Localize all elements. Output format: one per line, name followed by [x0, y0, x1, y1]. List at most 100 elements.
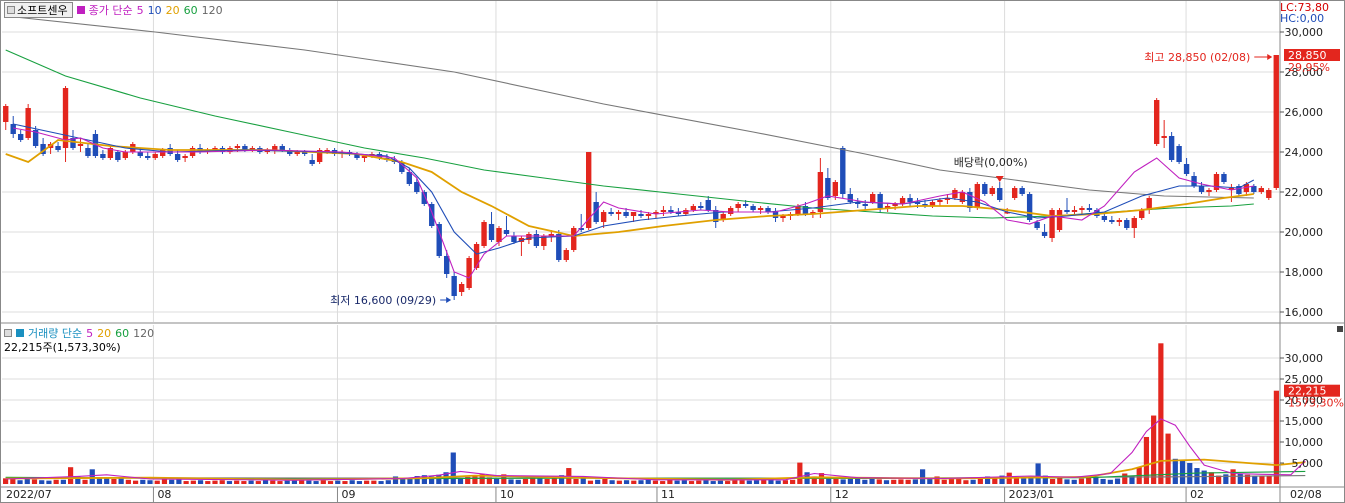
volume-bar	[248, 480, 254, 484]
volume-bar	[154, 480, 160, 484]
price-tick-label: 18,000	[1285, 266, 1324, 279]
candle-body	[55, 146, 61, 150]
volume-bar	[696, 480, 702, 484]
volume-bar	[710, 481, 716, 484]
volume-bar	[1035, 463, 1041, 484]
x-tick-label: 09	[341, 488, 355, 501]
price-tick-label: 20,000	[1285, 226, 1324, 239]
volume-moving-averages	[5, 418, 1306, 481]
volume-bar	[1021, 478, 1027, 484]
volume-bar	[1071, 479, 1077, 484]
candle-body	[406, 172, 413, 184]
x-tick-label: 2022/07	[6, 488, 52, 501]
volume-bar	[616, 480, 622, 484]
price-label: 종가 단순	[88, 4, 133, 17]
x-tick-label: 08	[157, 488, 171, 501]
volume-bar	[472, 475, 478, 484]
candle-body	[10, 124, 16, 134]
candle-body	[1116, 220, 1123, 222]
ma5-label[interactable]: 5	[137, 4, 144, 17]
volume-bar	[833, 478, 839, 484]
dividend-label: 배당락(0,00%)	[954, 156, 1028, 169]
volume-bar	[847, 478, 853, 484]
volume-bar	[320, 480, 326, 484]
volume-bar	[284, 480, 290, 484]
volume-bar	[970, 479, 976, 484]
volume-bar	[1259, 475, 1265, 484]
volume-bar	[190, 480, 196, 484]
ma60-label[interactable]: 60	[184, 4, 198, 17]
volume-bar	[912, 479, 918, 484]
candle-body	[1198, 186, 1205, 192]
candle-body	[877, 194, 883, 208]
volume-bar	[956, 478, 962, 484]
volume-bar	[385, 480, 391, 484]
volume-bar	[140, 479, 146, 484]
vol-ma60-label[interactable]: 60	[115, 327, 129, 340]
volume-bar	[1208, 472, 1215, 484]
volume-bar	[688, 481, 695, 484]
price-tick-label: 30,000	[1285, 26, 1324, 39]
candle-body	[451, 276, 457, 296]
candle-body	[1034, 222, 1040, 228]
volume-bar	[1013, 477, 1020, 484]
vol-ma20-label[interactable]: 20	[97, 327, 111, 340]
volume-bar	[183, 481, 189, 484]
volume-bar	[161, 478, 168, 484]
volume-bar	[82, 479, 88, 484]
candle-body	[481, 222, 487, 246]
candle-body	[1258, 188, 1265, 192]
stock-name: 소프트센우	[17, 4, 68, 17]
candle-body	[466, 258, 472, 288]
volume-bar	[638, 480, 644, 484]
volume-bar	[1266, 476, 1272, 484]
volume-bar	[450, 452, 456, 484]
volume-bar	[313, 481, 319, 484]
stock-selector[interactable]: 소프트센우	[4, 2, 73, 18]
candle-body	[1071, 210, 1078, 212]
volume-bar	[703, 480, 709, 484]
candle-body	[3, 106, 9, 122]
ma20-label[interactable]: 20	[166, 4, 180, 17]
candle-body	[997, 188, 1003, 200]
volume-bar	[891, 479, 897, 484]
volume-bar	[241, 481, 247, 484]
volume-bar	[1237, 473, 1243, 484]
candle-body	[1086, 208, 1093, 210]
volume-bar	[226, 481, 233, 484]
ma10-label[interactable]: 10	[148, 4, 162, 17]
x-tick-label: 12	[835, 488, 849, 501]
vol-ma120-label[interactable]: 120	[133, 327, 154, 340]
volume-tick-label: 15,000	[1285, 415, 1324, 428]
candle-body	[630, 212, 637, 216]
ma120-label[interactable]: 120	[202, 4, 223, 17]
volume-bar	[1172, 458, 1178, 484]
volume-bar	[746, 480, 752, 484]
candle-body	[907, 198, 913, 202]
volume-bar	[219, 480, 225, 484]
price-tick-label: 22,000	[1285, 186, 1324, 199]
volume-bar	[876, 479, 882, 484]
candle-body	[1101, 216, 1108, 220]
candle-body	[122, 152, 129, 158]
x-tick-label: 11	[661, 488, 675, 501]
volume-bar	[327, 481, 334, 484]
volume-bar	[1107, 479, 1113, 484]
candle-body	[832, 182, 839, 196]
candle-body	[174, 154, 181, 160]
high-arrow-head	[1267, 54, 1273, 60]
square-icon	[16, 329, 24, 337]
volume-bar	[371, 480, 377, 484]
volume-bar	[515, 479, 521, 484]
volume-tick-label: 30,000	[1285, 352, 1324, 365]
volume-bar	[717, 480, 724, 484]
volume-bar	[493, 478, 500, 484]
candle-body	[750, 206, 756, 210]
x-tick-label: 2023/01	[1009, 488, 1055, 501]
candle-body	[473, 244, 480, 268]
vol-ma5-label[interactable]: 5	[86, 327, 93, 340]
volume-bar	[270, 480, 276, 484]
volume-bar	[797, 462, 803, 484]
candle-body	[1131, 218, 1137, 228]
volume-tick-label: 5,000	[1292, 457, 1324, 470]
